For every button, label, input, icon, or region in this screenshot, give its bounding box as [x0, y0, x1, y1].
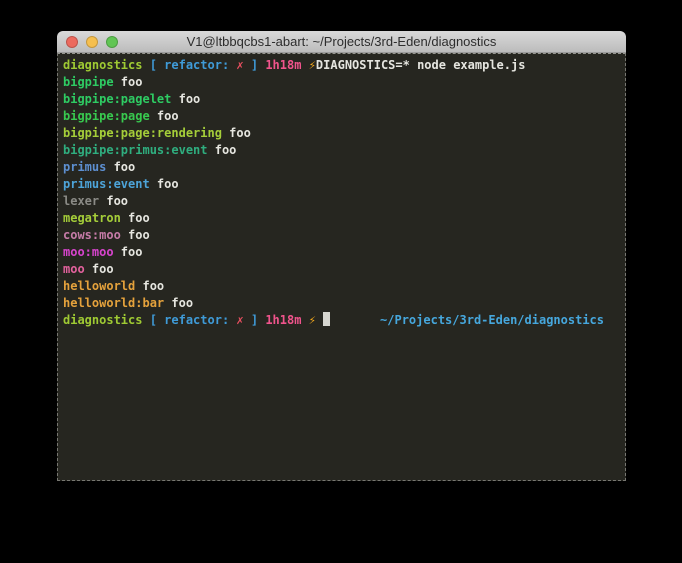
log-message: foo — [99, 194, 128, 208]
log-line: lexer foo — [63, 193, 620, 210]
log-line: bigpipe:pagelet foo — [63, 91, 620, 108]
terminal-body[interactable]: diagnostics [ refactor: ✗ ] 1h18m ⚡DIAGN… — [57, 53, 626, 481]
log-line: helloworld:bar foo — [63, 295, 620, 312]
log-line: megatron foo — [63, 210, 620, 227]
log-message: foo — [114, 75, 143, 89]
log-line: primus foo — [63, 159, 620, 176]
log-line: moo:moo foo — [63, 244, 620, 261]
log-message: foo — [150, 177, 179, 191]
module-name: bigpipe — [63, 75, 114, 89]
log-message: foo — [121, 211, 150, 225]
log-message: foo — [114, 245, 143, 259]
git-dirty-mark: ✗ — [236, 58, 243, 72]
log-message: foo — [164, 296, 193, 310]
log-line: primus:event foo — [63, 176, 620, 193]
log-message: foo — [135, 279, 164, 293]
log-message: foo — [121, 228, 150, 242]
module-name: primus — [63, 160, 106, 174]
module-name: primus:event — [63, 177, 150, 191]
module-name: lexer — [63, 194, 99, 208]
module-name: bigpipe:primus:event — [63, 143, 208, 157]
close-button[interactable] — [66, 36, 78, 48]
git-branch-close: ] — [244, 313, 266, 327]
lightning-icon: ⚡ — [309, 313, 316, 327]
log-line: moo foo — [63, 261, 620, 278]
log-line: bigpipe:page:rendering foo — [63, 125, 620, 142]
rprompt-path: ~/Projects/3rd-Eden/diagnostics — [380, 312, 604, 329]
log-message: foo — [85, 262, 114, 276]
git-dirty-mark: ✗ — [236, 313, 243, 327]
log-message: foo — [222, 126, 251, 140]
spacer — [316, 313, 323, 327]
module-name: moo:moo — [63, 245, 114, 259]
log-message: foo — [208, 143, 237, 157]
module-name: bigpipe:page — [63, 109, 150, 123]
module-name: megatron — [63, 211, 121, 225]
traffic-lights — [57, 31, 118, 52]
log-message: foo — [171, 92, 200, 106]
log-line: helloworld foo — [63, 278, 620, 295]
session-time: 1h18m — [265, 58, 308, 72]
titlebar[interactable]: V1@ltbbqcbs1-abart: ~/Projects/3rd-Eden/… — [57, 31, 626, 53]
terminal-window: V1@ltbbqcbs1-abart: ~/Projects/3rd-Eden/… — [57, 31, 626, 482]
command-text: DIAGNOSTICS=* node example.js — [316, 58, 526, 72]
log-line: bigpipe:primus:event foo — [63, 142, 620, 159]
module-name: moo — [63, 262, 85, 276]
prompt-line: diagnostics [ refactor: ✗ ] 1h18m ⚡ ~/Pr… — [63, 312, 620, 329]
lightning-icon: ⚡ — [309, 58, 316, 72]
module-name: bigpipe:pagelet — [63, 92, 171, 106]
log-message: foo — [150, 109, 179, 123]
git-branch-close: ] — [244, 58, 266, 72]
log-line: bigpipe:page foo — [63, 108, 620, 125]
zoom-button[interactable] — [106, 36, 118, 48]
log-line: bigpipe foo — [63, 74, 620, 91]
session-time: 1h18m — [265, 313, 308, 327]
minimize-button[interactable] — [86, 36, 98, 48]
module-name: helloworld:bar — [63, 296, 164, 310]
prompt-dir: diagnostics — [63, 313, 150, 327]
window-title: V1@ltbbqcbs1-abart: ~/Projects/3rd-Eden/… — [57, 31, 626, 53]
module-name: bigpipe:page:rendering — [63, 126, 222, 140]
module-name: helloworld — [63, 279, 135, 293]
git-branch: [ refactor: — [150, 313, 237, 327]
prompt-line: diagnostics [ refactor: ✗ ] 1h18m ⚡DIAGN… — [63, 57, 620, 74]
log-line: cows:moo foo — [63, 227, 620, 244]
log-message: foo — [106, 160, 135, 174]
module-name: cows:moo — [63, 228, 121, 242]
text-cursor — [323, 312, 330, 326]
git-branch: [ refactor: — [150, 58, 237, 72]
prompt-dir: diagnostics — [63, 58, 150, 72]
